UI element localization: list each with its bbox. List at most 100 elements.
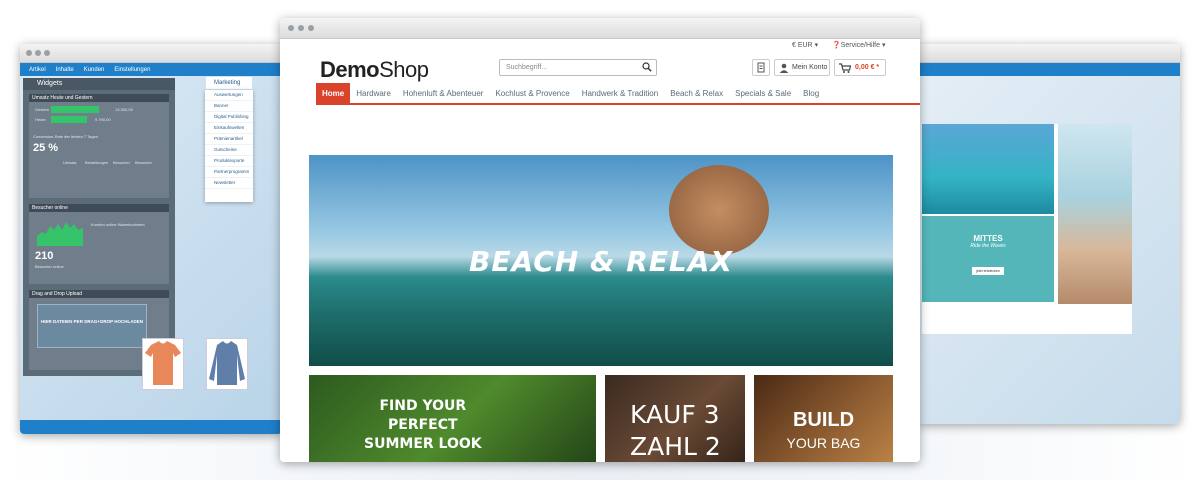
nav-item-blog[interactable]: Blog bbox=[797, 83, 825, 103]
nav-item-specials[interactable]: Specials & Sale bbox=[729, 83, 797, 103]
window-dot-icon[interactable] bbox=[298, 25, 304, 31]
promo-summer-line3: SUMMER LOOK bbox=[364, 436, 482, 452]
cart-button[interactable]: 0,00 € * bbox=[834, 59, 886, 76]
editor-body: MITTES Ride the Waves jetzt entdecken bbox=[918, 76, 1180, 424]
nav-item-handwerk[interactable]: Handwerk & Tradition bbox=[576, 83, 664, 103]
currency-label: € EUR bbox=[792, 42, 813, 49]
menu-item-auswertungen[interactable]: Auswertungen bbox=[205, 90, 253, 101]
notepad-icon bbox=[757, 62, 765, 73]
logo-bold: Demo bbox=[320, 57, 380, 82]
search-placeholder: Suchbegriff... bbox=[506, 64, 548, 71]
hero-person-image bbox=[669, 165, 769, 255]
menu-item-banner[interactable]: Banner bbox=[205, 101, 253, 112]
main-navigation: Home Hardware Hohenluft & Abenteuer Koch… bbox=[316, 83, 920, 105]
promo-tile-summer-look[interactable]: FIND YOUR PERFECT SUMMER LOOK bbox=[309, 375, 596, 462]
window-dot-icon[interactable] bbox=[288, 25, 294, 31]
menu-item-newsletter[interactable]: Newsletter bbox=[205, 178, 253, 189]
visitors-count: 210 bbox=[35, 250, 54, 262]
cart-icon bbox=[839, 63, 851, 73]
promo-summer-line1: FIND YOUR bbox=[379, 398, 467, 414]
col-besucher-2: Besucher bbox=[135, 160, 152, 165]
shopping-world-editor-window: MITTES Ride the Waves jetzt entdecken bbox=[918, 44, 1180, 424]
revenue-bar-yesterday bbox=[51, 106, 99, 113]
hero-title: BEACH & RELAX bbox=[469, 245, 733, 278]
banner-title: MITTES bbox=[973, 234, 1003, 243]
notepad-button[interactable] bbox=[752, 59, 770, 76]
marketing-dropdown: Auswertungen Banner Digital Publishing E… bbox=[205, 90, 253, 202]
user-icon bbox=[779, 63, 789, 73]
admin-menubar: Artikel Inhalte Kunden Einstellungen bbox=[20, 63, 282, 77]
editor-canvas: MITTES Ride the Waves jetzt entdecken bbox=[922, 124, 1132, 334]
promo-bag-line2: YOUR BAG bbox=[786, 435, 861, 451]
window-dot-icon[interactable] bbox=[44, 50, 50, 56]
editor-menubar bbox=[918, 63, 1180, 77]
nav-item-hardware[interactable]: Hardware bbox=[350, 83, 397, 103]
help-icon: ❓ bbox=[832, 42, 841, 49]
window-dot-icon[interactable] bbox=[308, 25, 314, 31]
nav-item-home[interactable]: Home bbox=[316, 83, 351, 103]
admin-window: Artikel Inhalte Kunden Einstellungen Wid… bbox=[20, 44, 282, 434]
col-bestellungen: Bestellungen bbox=[85, 160, 109, 165]
surf-image bbox=[922, 124, 1054, 214]
admin-titlebar bbox=[20, 44, 282, 63]
revenue-widget: Umsatz Heute und Gestern Gestern 13.300,… bbox=[29, 94, 169, 198]
service-label: Service/Hilfe bbox=[840, 42, 881, 49]
col-umsatz: Umsatz bbox=[63, 160, 77, 165]
model-image bbox=[1058, 124, 1132, 304]
widgets-title: Widgets bbox=[23, 78, 175, 90]
search-icon[interactable] bbox=[642, 62, 652, 72]
promo-summer-text: FIND YOUR PERFECT SUMMER LOOK bbox=[364, 397, 482, 454]
conversion-note: Conversion-Rate der letzten 7 Tagen bbox=[33, 134, 99, 139]
menu-item-praemienartikel[interactable]: Prämienartikel bbox=[205, 134, 253, 145]
account-button[interactable]: Mein Konto bbox=[774, 59, 830, 76]
currency-switcher[interactable]: € EUR ▾ bbox=[792, 41, 818, 49]
menu-item-produktexporte[interactable]: Produktexporte bbox=[205, 156, 253, 167]
widgets-panel: Widgets Umsatz Heute und Gestern Gestern… bbox=[23, 78, 175, 376]
banner-button[interactable]: jetzt entdecken bbox=[972, 267, 1004, 275]
nav-item-kochlust[interactable]: Kochlust & Provence bbox=[489, 83, 575, 103]
product-thumbnail-orange[interactable] bbox=[142, 338, 184, 390]
revenue-value-yesterday: 13.300,00 bbox=[115, 107, 133, 112]
search-input[interactable]: Suchbegriff... bbox=[499, 59, 657, 76]
window-dot-icon[interactable] bbox=[26, 50, 32, 56]
admin-menu-artikel[interactable]: Artikel bbox=[26, 67, 49, 73]
longsleeve-icon bbox=[209, 341, 245, 385]
revenue-value-today: 9.790,00 bbox=[95, 117, 111, 122]
account-label: Mein Konto bbox=[792, 64, 828, 71]
admin-menu-kunden[interactable]: Kunden bbox=[81, 67, 108, 73]
admin-menu-einstellungen[interactable]: Einstellungen bbox=[111, 67, 153, 73]
window-dot-icon[interactable] bbox=[35, 50, 41, 56]
promo-tile-kauf3-zahl2[interactable]: KAUF 3 ZAHL 2 bbox=[605, 375, 745, 462]
admin-body: Widgets Umsatz Heute und Gestern Gestern… bbox=[20, 76, 282, 420]
admin-menu-inhalte[interactable]: Inhalte bbox=[53, 67, 77, 73]
admin-menu-marketing[interactable]: Marketing bbox=[206, 77, 252, 89]
revenue-label-today: Heute bbox=[35, 117, 46, 122]
tshirt-icon bbox=[145, 341, 181, 385]
promo-tile-build-bag[interactable]: BUILD YOUR BAG bbox=[754, 375, 893, 462]
admin-taskbar bbox=[20, 420, 282, 434]
conversion-rate: 25 % bbox=[33, 142, 59, 154]
hero-banner[interactable]: BEACH & RELAX bbox=[309, 155, 893, 366]
shop-page: € EUR ▾ ❓Service/Hilfe ▾ DemoShop Suchbe… bbox=[280, 39, 920, 462]
banner-subtitle: Ride the Waves bbox=[970, 243, 1006, 249]
product-thumbnail-blue[interactable] bbox=[206, 338, 248, 390]
menu-item-partnerprogramm[interactable]: Partnerprogramm bbox=[205, 167, 253, 178]
promo-summer-line2: PERFECT bbox=[388, 417, 458, 433]
nav-item-beach[interactable]: Beach & Relax bbox=[664, 83, 729, 103]
menu-item-digital-publishing[interactable]: Digital Publishing bbox=[205, 112, 253, 123]
shop-logo[interactable]: DemoShop bbox=[320, 57, 429, 83]
logo-light: Shop bbox=[379, 57, 429, 82]
promo-kauf-line2: ZAHL 2 bbox=[630, 432, 721, 461]
shop-browser-window: € EUR ▾ ❓Service/Hilfe ▾ DemoShop Suchbe… bbox=[280, 18, 920, 462]
mittes-banner: MITTES Ride the Waves jetzt entdecken bbox=[922, 216, 1054, 302]
shop-titlebar bbox=[280, 18, 920, 39]
nav-item-hohenluft[interactable]: Hohenluft & Abenteuer bbox=[397, 83, 490, 103]
promo-kauf-text: KAUF 3 ZAHL 2 bbox=[630, 399, 721, 462]
upload-dropzone[interactable]: HIER DATEIEN PER DRAG+DROP HOCHLADEN bbox=[37, 304, 147, 348]
promo-bag-line1: BUILD bbox=[792, 409, 855, 431]
service-menu[interactable]: ❓Service/Hilfe ▾ bbox=[832, 41, 885, 49]
visitors-legend: Kunden online Warenkorbwert bbox=[91, 222, 145, 227]
col-besucher: Besucher bbox=[113, 160, 130, 165]
menu-item-einkaufswelten[interactable]: Einkaufswelten bbox=[205, 123, 253, 134]
menu-item-gutscheine[interactable]: Gutscheine bbox=[205, 145, 253, 156]
